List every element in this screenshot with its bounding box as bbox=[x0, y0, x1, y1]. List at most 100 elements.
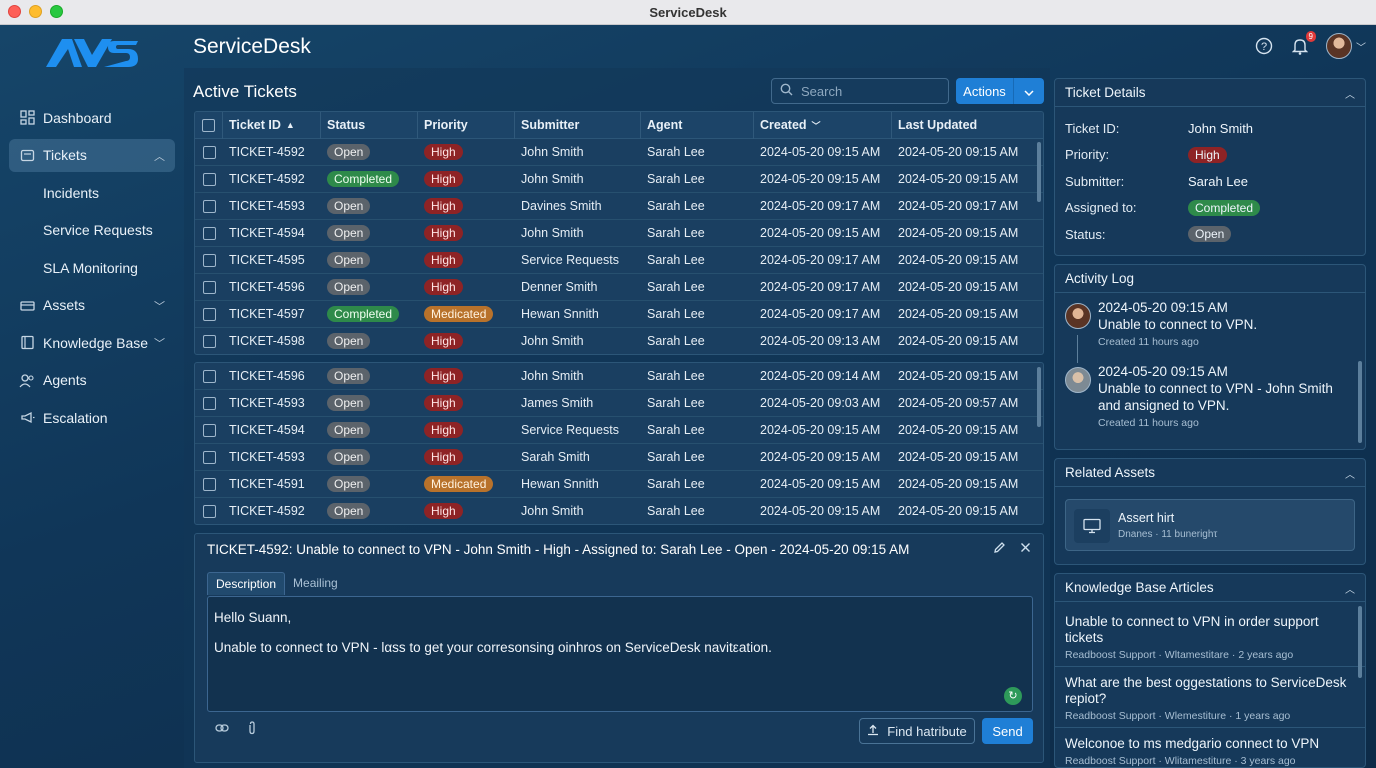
table-row[interactable]: TICKET-4594 Open High John Smith Sarah Lee 20… bbox=[195, 220, 1043, 247]
chevron-down-icon[interactable]: ﹀ bbox=[154, 335, 165, 351]
created-date: 2024-05-20 09:15 AM bbox=[760, 504, 881, 518]
tab-mailing[interactable]: Meailing bbox=[285, 572, 346, 595]
row-checkbox[interactable] bbox=[202, 504, 216, 518]
search-input[interactable] bbox=[801, 83, 941, 99]
table-row[interactable]: TICKET-4597 Completed Medicated Hewan Snnit… bbox=[195, 301, 1043, 328]
kb-article[interactable]: What are the best oggestations to Servic… bbox=[1055, 667, 1365, 728]
row-checkbox[interactable] bbox=[202, 307, 216, 321]
column-header-status[interactable]: Status bbox=[321, 112, 418, 139]
table-row[interactable]: TICKET-4592 Completed High John Smith Sarah … bbox=[195, 166, 1043, 193]
table-row[interactable]: TICKET-4598 Open High John Smith Sarah Lee 20… bbox=[195, 328, 1043, 354]
chevron-up-icon[interactable]: ︿ bbox=[1345, 466, 1355, 481]
sidebar-item-service-requests[interactable]: Service Requests bbox=[9, 214, 175, 247]
row-checkbox[interactable] bbox=[202, 450, 216, 464]
row-checkbox[interactable] bbox=[202, 172, 216, 186]
send-button[interactable]: Send bbox=[982, 718, 1033, 744]
column-header-ticket-id[interactable]: Ticket ID ▲ bbox=[223, 112, 321, 139]
row-checkbox[interactable] bbox=[202, 334, 216, 348]
knowledge-base-header[interactable]: Knowledge Base Articles ︿ bbox=[1055, 574, 1365, 602]
table-scrollbar[interactable] bbox=[1037, 367, 1041, 427]
chevron-down-icon[interactable]: ﹀ bbox=[154, 298, 165, 314]
user-menu[interactable]: ﹀ bbox=[1326, 33, 1366, 59]
column-header-submitter[interactable]: Submitter bbox=[515, 112, 641, 139]
table-row[interactable]: TICKET-4594 Open High Service Requests Sarah… bbox=[195, 417, 1043, 444]
ticket-id[interactable]: TICKET-4592 bbox=[223, 504, 321, 518]
table-row[interactable]: TICKET-4595 Open High Service Requests Sarah… bbox=[195, 247, 1043, 274]
ticket-id[interactable]: TICKET-4593 bbox=[223, 199, 321, 213]
close-icon[interactable] bbox=[1020, 541, 1031, 557]
ticket-id[interactable]: TICKET-4596 bbox=[223, 369, 321, 383]
help-icon[interactable]: ? bbox=[1254, 36, 1274, 56]
table-row[interactable]: TICKET-4592 Open High John Smith Sarah Lee 20… bbox=[195, 139, 1043, 166]
column-header-agent[interactable]: Agent bbox=[641, 112, 754, 139]
sidebar-item-sla-monitoring[interactable]: SLA Monitoring bbox=[9, 251, 175, 284]
find-attribute-button[interactable]: Find hatribute bbox=[859, 718, 975, 744]
row-checkbox[interactable] bbox=[202, 369, 216, 383]
notification-bell-icon[interactable]: 9 bbox=[1290, 31, 1316, 56]
actions-button[interactable]: Actions bbox=[956, 78, 1014, 104]
sidebar-item-knowledge-base[interactable]: Knowledge Base ﹀ bbox=[9, 326, 175, 359]
row-checkbox[interactable] bbox=[202, 253, 216, 267]
sidebar-item-dashboard[interactable]: Dashboard bbox=[9, 101, 175, 134]
row-checkbox[interactable] bbox=[202, 199, 216, 213]
table-row[interactable]: TICKET-4596 Open High Denner Smith Sarah Lee… bbox=[195, 274, 1043, 301]
edit-icon[interactable] bbox=[993, 541, 1006, 557]
link-icon[interactable] bbox=[215, 721, 229, 738]
chevron-up-icon[interactable]: ︿ bbox=[1345, 581, 1355, 596]
sidebar-item-assets[interactable]: Assets ﹀ bbox=[9, 289, 175, 322]
last-updated-date: 2024-05-20 09:15 AM bbox=[898, 369, 1019, 383]
row-checkbox[interactable] bbox=[202, 423, 216, 437]
minimize-window-button[interactable] bbox=[29, 5, 42, 18]
refresh-icon[interactable]: ↻ bbox=[1004, 687, 1022, 705]
sidebar-item-tickets[interactable]: Tickets ︿ bbox=[9, 138, 175, 172]
related-assets-header[interactable]: Related Assets ︿ bbox=[1055, 459, 1365, 487]
select-all-checkbox[interactable] bbox=[202, 118, 215, 132]
table-row[interactable]: TICKET-4593 Open High Davines Smith Sarah Le… bbox=[195, 193, 1043, 220]
row-checkbox[interactable] bbox=[202, 477, 216, 491]
ticket-id[interactable]: TICKET-4592 bbox=[223, 145, 321, 159]
row-checkbox[interactable] bbox=[202, 145, 216, 159]
ticket-id[interactable]: TICKET-4592 bbox=[223, 172, 321, 186]
row-checkbox[interactable] bbox=[202, 280, 216, 294]
actions-dropdown-button[interactable] bbox=[1014, 78, 1044, 104]
sidebar-item-incidents[interactable]: Incidents bbox=[9, 176, 175, 209]
ticket-id[interactable]: TICKET-4598 bbox=[223, 334, 321, 348]
column-header-last-updated[interactable]: Last Updated bbox=[892, 112, 1032, 139]
ticket-id[interactable]: TICKET-4594 bbox=[223, 226, 321, 240]
table-row[interactable]: TICKET-4591 Open Medicated Hewan Snnith Sara… bbox=[195, 471, 1043, 498]
maximize-window-button[interactable] bbox=[50, 5, 63, 18]
chevron-up-icon[interactable]: ︿ bbox=[1345, 86, 1355, 101]
sidebar-item-escalation[interactable]: Escalation bbox=[9, 401, 175, 434]
ticket-id[interactable]: TICKET-4593 bbox=[223, 450, 321, 464]
kb-article[interactable]: Unable to connect to VPN in order suppor… bbox=[1055, 602, 1365, 667]
kb-article[interactable]: Welconoe to ms medgario connect to VPN R… bbox=[1055, 728, 1365, 767]
paperclip-icon[interactable] bbox=[247, 721, 257, 738]
ticket-id[interactable]: TICKET-4594 bbox=[223, 423, 321, 437]
asset-item[interactable]: Assert hirt Dnanes · 11 bunerighτ bbox=[1065, 499, 1355, 551]
ticket-id[interactable]: TICKET-4591 bbox=[223, 477, 321, 491]
table-row[interactable]: TICKET-4593 Open High James Smith Sarah Lee 2… bbox=[195, 390, 1043, 417]
table-scrollbar[interactable] bbox=[1037, 142, 1041, 202]
agent: Sarah Lee bbox=[647, 477, 705, 491]
ticket-id[interactable]: TICKET-4593 bbox=[223, 396, 321, 410]
sidebar-item-label: Escalation bbox=[43, 409, 108, 426]
table-row[interactable]: TICKET-4593 Open High Sarah Smith Sarah Lee 2… bbox=[195, 444, 1043, 471]
reply-editor[interactable]: Hello Suann, Unable to connect to VPN - … bbox=[207, 596, 1033, 712]
sidebar-item-agents[interactable]: Agents bbox=[9, 364, 175, 397]
search-box[interactable] bbox=[771, 78, 949, 104]
chevron-up-icon[interactable]: ︿ bbox=[154, 148, 165, 164]
table-row[interactable]: TICKET-4596 Open High John Smith Sarah Lee 20… bbox=[195, 363, 1043, 390]
ticket-details-header[interactable]: Ticket Details ︿ bbox=[1055, 79, 1365, 107]
row-checkbox[interactable] bbox=[202, 396, 216, 410]
close-window-button[interactable] bbox=[8, 5, 21, 18]
column-header-created[interactable]: Created ﹀ bbox=[754, 112, 892, 139]
ticket-id[interactable]: TICKET-4596 bbox=[223, 280, 321, 294]
ticket-id[interactable]: TICKET-4597 bbox=[223, 307, 321, 321]
activity-scrollbar[interactable] bbox=[1358, 361, 1362, 443]
kb-scrollbar[interactable] bbox=[1358, 606, 1362, 678]
ticket-id[interactable]: TICKET-4595 bbox=[223, 253, 321, 267]
table-row[interactable]: TICKET-4592 Open High John Smith Sarah Lee 20… bbox=[195, 498, 1043, 524]
tab-description[interactable]: Description bbox=[207, 572, 286, 595]
column-header-priority[interactable]: Priority bbox=[418, 112, 515, 139]
row-checkbox[interactable] bbox=[202, 226, 216, 240]
